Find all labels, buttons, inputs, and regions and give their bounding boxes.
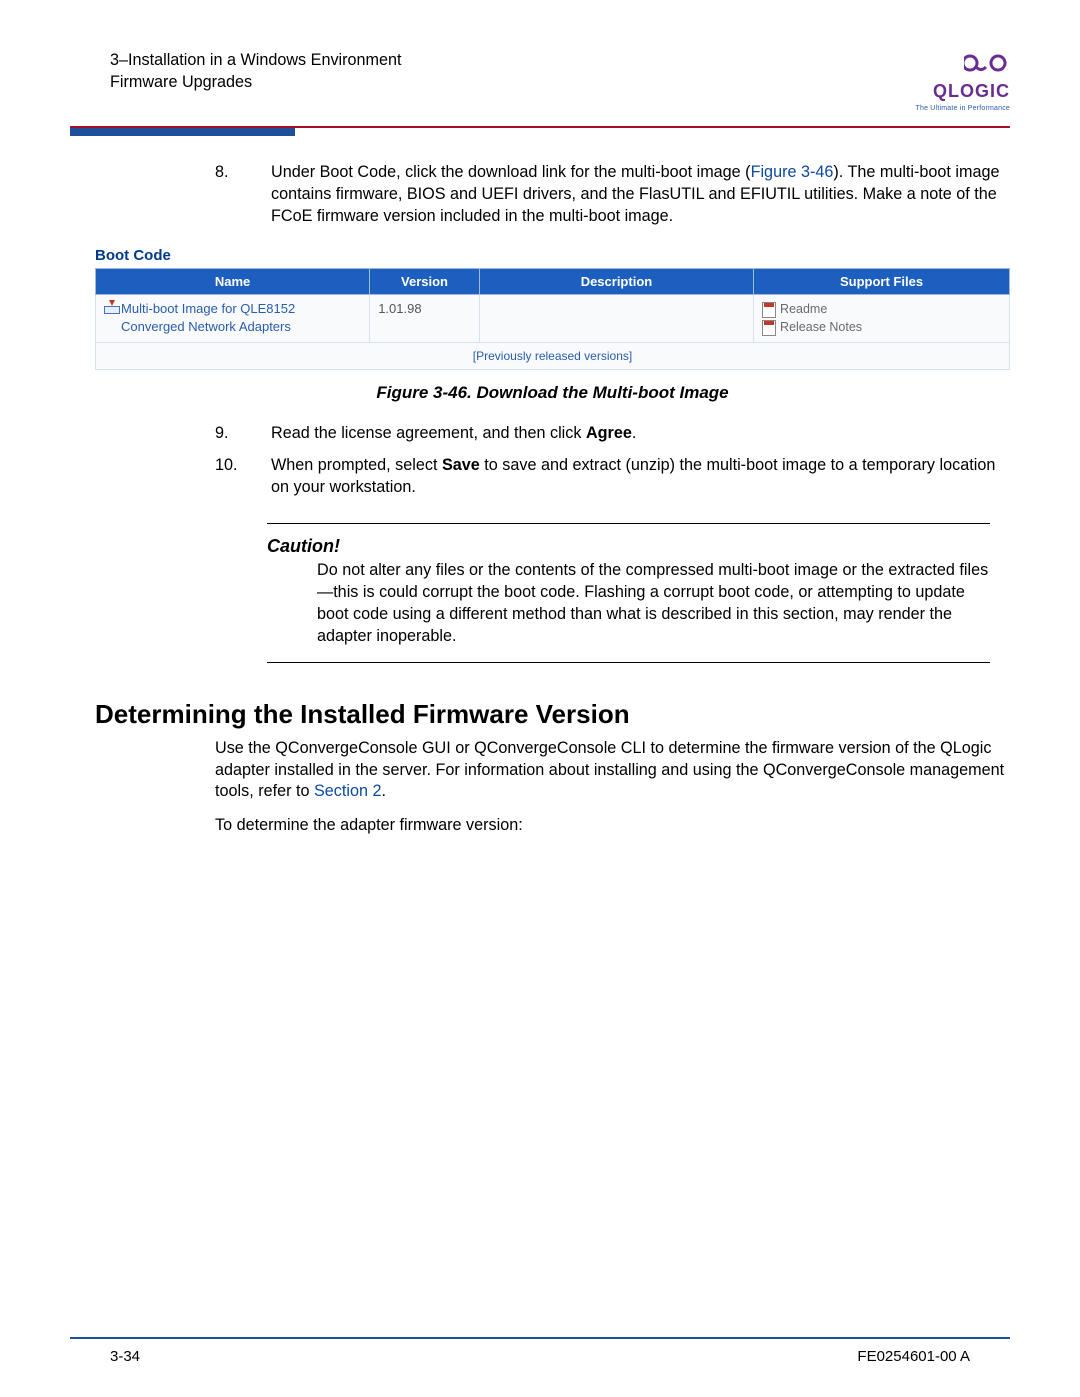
- page-number: 3-34: [110, 1347, 140, 1367]
- col-description: Description: [479, 268, 753, 295]
- qlogic-logo: QLOGIC The Ultimate in Performance: [916, 50, 1011, 114]
- boot-code-table: Name Version Description Support Files M…: [95, 268, 1010, 370]
- page-footer: 3-34 FE0254601-00 A: [70, 1347, 1010, 1367]
- cell-version: 1.01.98: [370, 295, 480, 343]
- logo-text: QLOGIC: [916, 79, 1011, 103]
- multiboot-download-link[interactable]: Multi-boot Image for QLE8152 Converged N…: [121, 300, 361, 335]
- table-header-row: Name Version Description Support Files: [96, 268, 1010, 295]
- cell-support: Readme Release Notes: [754, 295, 1010, 343]
- col-version: Version: [370, 268, 480, 295]
- breadcrumb: 3–Installation in a Windows Environment …: [110, 50, 402, 94]
- header-line1: 3–Installation in a Windows Environment: [110, 50, 402, 72]
- section-body: Use the QConvergeConsole GUI or QConverg…: [215, 738, 1010, 837]
- header-line2: Firmware Upgrades: [110, 72, 402, 94]
- header-rules: [70, 126, 1010, 137]
- col-support-files: Support Files: [754, 268, 1010, 295]
- section-heading: Determining the Installed Firmware Versi…: [95, 697, 1010, 732]
- caution-body: Do not alter any files or the contents o…: [267, 560, 990, 661]
- release-notes-link[interactable]: Release Notes: [762, 319, 1001, 336]
- section-ref-link[interactable]: Section 2: [314, 782, 382, 800]
- step-number: 8.: [215, 162, 271, 228]
- figure-caption: Figure 3-46. Download the Multi-boot Ima…: [95, 382, 1010, 405]
- step-text: Read the license agreement, and then cli…: [271, 423, 1010, 445]
- caution-title: Caution!: [267, 524, 990, 560]
- logo-tagline: The Ultimate in Performance: [916, 104, 1011, 113]
- qlogic-logo-icon: [964, 60, 1010, 78]
- figure-ref-link[interactable]: Figure 3-46: [751, 163, 834, 181]
- boot-code-title: Boot Code: [95, 246, 1010, 268]
- step-10: 10. When prompted, select Save to save a…: [215, 455, 1010, 499]
- step-8: 8. Under Boot Code, click the download l…: [215, 162, 1010, 228]
- figure-3-46: Boot Code Name Version Description Suppo…: [95, 246, 1010, 406]
- prev-versions-link[interactable]: [Previously released versions]: [96, 343, 1010, 370]
- doc-id: FE0254601-00 A: [857, 1347, 970, 1367]
- step-text: When prompted, select Save to save and e…: [271, 455, 1010, 499]
- col-name: Name: [96, 268, 370, 295]
- prev-versions-row: [Previously released versions]: [96, 343, 1010, 370]
- step-number: 10.: [215, 455, 271, 499]
- page-header: 3–Installation in a Windows Environment …: [70, 40, 1010, 120]
- caution-block: Caution! Do not alter any files or the c…: [267, 523, 990, 663]
- document-icon: [762, 302, 776, 318]
- readme-link[interactable]: Readme: [762, 301, 1001, 318]
- step-number: 9.: [215, 423, 271, 445]
- cell-description: [479, 295, 753, 343]
- footer-rule: [70, 1337, 1010, 1339]
- cell-name: Multi-boot Image for QLE8152 Converged N…: [96, 295, 370, 343]
- step-text: Under Boot Code, click the download link…: [271, 162, 1010, 228]
- table-row: Multi-boot Image for QLE8152 Converged N…: [96, 295, 1010, 343]
- download-icon: [104, 300, 115, 314]
- document-icon: [762, 320, 776, 336]
- step-9: 9. Read the license agreement, and then …: [215, 423, 1010, 445]
